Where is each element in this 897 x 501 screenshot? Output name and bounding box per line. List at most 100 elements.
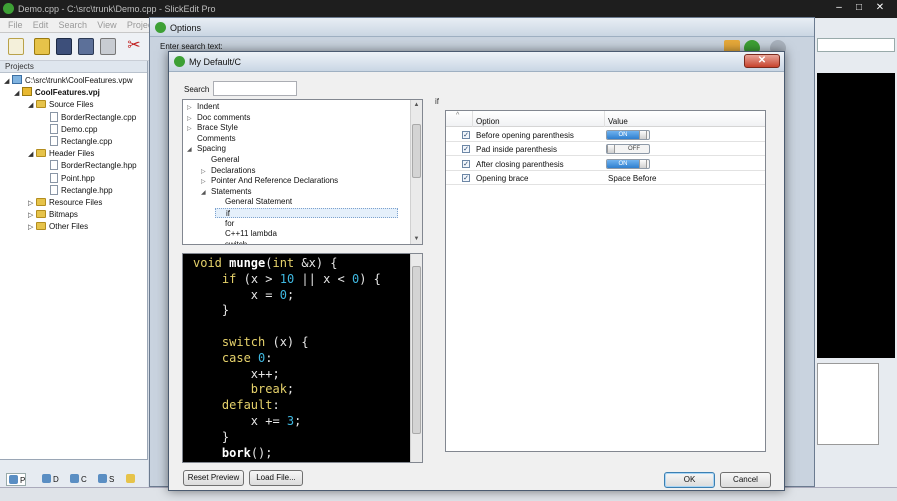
options-tree-item[interactable]: for — [215, 219, 234, 229]
reset-preview-button[interactable]: Reset Preview — [183, 470, 244, 486]
tree-scroll-thumb[interactable] — [412, 124, 421, 178]
project-tree-item[interactable]: ◢ Header Files — [28, 148, 94, 160]
output-area[interactable] — [817, 363, 879, 445]
project-tree-item[interactable]: ◢ C:\src\trunk\CoolFeatures.vpw — [4, 75, 133, 87]
project-tree-item[interactable]: ◢ CoolFeatures.vpj — [14, 87, 100, 99]
options-tree-item[interactable]: ▷ Indent — [187, 102, 219, 112]
cancel-button[interactable]: Cancel — [720, 472, 771, 488]
options-tree-item[interactable]: ▷ Doc comments — [187, 113, 250, 123]
expand-arrow-icon[interactable]: ▷ — [187, 114, 197, 124]
col-option-header[interactable]: Option — [476, 117, 500, 126]
save-icon[interactable] — [56, 38, 72, 55]
row-checkbox[interactable]: ✓ — [462, 159, 470, 168]
project-tree-item[interactable]: Rectangle.cpp — [42, 136, 112, 148]
tab-classes[interactable]: C — [68, 473, 87, 486]
collapse-arrow-icon[interactable]: ◢ — [187, 145, 197, 155]
options-tree-item[interactable]: General Statement — [215, 197, 292, 207]
project-tree-item[interactable]: ▷ Other Files — [28, 221, 88, 233]
collapse-arrow-icon[interactable]: ◢ — [4, 76, 12, 88]
scroll-down-icon[interactable]: ▼ — [411, 234, 422, 244]
expand-arrow-icon[interactable]: ▷ — [28, 198, 36, 210]
tab-defs[interactable]: D — [40, 473, 59, 486]
close-icon[interactable]: ✕ — [874, 2, 886, 14]
toggle-knob[interactable] — [607, 145, 615, 154]
menu-edit[interactable]: Edit — [33, 20, 49, 30]
project-tree-item[interactable]: Rectangle.hpp — [42, 184, 113, 197]
options-tree-item[interactable]: C++11 lambda — [215, 229, 277, 239]
toggle-knob[interactable] — [639, 131, 647, 139]
options-tree-item[interactable]: ◢ Spacing — [187, 144, 226, 154]
expand-arrow-icon[interactable]: ▷ — [187, 124, 197, 134]
expand-arrow-icon[interactable]: ▷ — [28, 222, 36, 234]
cut-icon[interactable]: ✂ — [126, 38, 142, 55]
ok-button[interactable]: OK — [664, 472, 715, 488]
project-tree-item[interactable]: BorderRectangle.hpp — [42, 160, 137, 172]
collapse-arrow-icon[interactable]: ◢ — [201, 188, 211, 198]
right-combo[interactable] — [817, 38, 895, 52]
dialog-close-button[interactable]: ✕ — [744, 54, 780, 68]
search-input[interactable] — [213, 81, 297, 96]
tab-open-files[interactable] — [124, 473, 137, 486]
options-tree-item[interactable]: switch — [215, 240, 247, 244]
save-all-icon[interactable] — [78, 38, 94, 55]
open-folder-icon[interactable] — [34, 38, 50, 55]
row-checkbox[interactable]: ✓ — [462, 145, 470, 154]
code-token: break — [250, 382, 287, 397]
project-tree-label: C:\src\trunk\CoolFeatures.vpw — [25, 76, 133, 85]
menu-search[interactable]: Search — [59, 20, 88, 30]
grid-row[interactable]: ✓ Opening brace Space Before — [446, 171, 765, 185]
menu-file[interactable]: File — [8, 20, 23, 30]
row-checkbox[interactable]: ✓ — [462, 131, 470, 139]
toggle-knob[interactable] — [639, 159, 647, 168]
minimize-icon[interactable]: – — [833, 2, 845, 14]
options-tree-item[interactable]: ◢ Statements — [201, 187, 251, 197]
scroll-up-icon[interactable]: ▲ — [411, 100, 422, 110]
expand-arrow-icon[interactable]: ▷ — [201, 177, 211, 187]
code-line: default: — [193, 398, 280, 412]
file-icon — [50, 111, 58, 122]
grid-row[interactable]: ✓ Pad inside parenthesis OFF — [446, 142, 765, 157]
value-toggle[interactable]: ON — [606, 130, 650, 140]
collapse-arrow-icon[interactable]: ◢ — [28, 100, 36, 112]
maximize-icon[interactable]: □ — [853, 2, 865, 14]
collapse-arrow-icon[interactable]: ◢ — [14, 88, 22, 100]
project-icon — [22, 87, 32, 97]
options-tree-item[interactable]: General — [201, 155, 239, 165]
options-tree-item[interactable]: ▷ Declarations — [201, 166, 255, 176]
project-tree-item[interactable]: ◢ Source Files — [28, 99, 93, 111]
options-tree-item[interactable]: ▷ Pointer And Reference Declarations — [201, 176, 338, 186]
project-tree-item[interactable]: Demo.cpp — [42, 123, 97, 136]
options-tree-item[interactable]: ▷ Brace Style — [187, 123, 238, 133]
options-tree-item[interactable]: if — [215, 208, 398, 218]
value-toggle[interactable]: ON — [606, 158, 650, 169]
project-tree-item[interactable]: BorderRectangle.cpp — [42, 111, 136, 124]
option-value[interactable]: Space Before — [608, 174, 656, 183]
collapse-arrow-icon[interactable]: ◢ — [28, 149, 36, 161]
project-tree-item[interactable]: Point.hpp — [42, 172, 95, 185]
expand-arrow-icon[interactable]: ▷ — [28, 210, 36, 222]
project-tree-item[interactable]: ▷ Resource Files — [28, 197, 102, 209]
folder-icon — [36, 222, 46, 231]
expand-arrow-icon[interactable]: ▷ — [187, 103, 197, 113]
expand-arrow-icon[interactable]: ▷ — [201, 167, 211, 177]
tree-scrollbar[interactable]: ▲ ▼ — [410, 100, 422, 244]
sort-indicator-icon[interactable]: ^ — [456, 112, 459, 119]
print-icon[interactable] — [100, 38, 116, 55]
project-tree-item[interactable]: ▷ Bitmaps — [28, 209, 78, 221]
code-token: } — [193, 303, 230, 318]
row-checkbox[interactable]: ✓ — [462, 173, 470, 182]
menu-view[interactable]: View — [97, 20, 116, 30]
code-token: : — [265, 350, 273, 365]
tab-projects[interactable]: P — [6, 473, 27, 486]
preview-scrollbar[interactable] — [410, 254, 422, 462]
preview-scroll-thumb[interactable] — [412, 266, 421, 434]
editor-area[interactable] — [817, 73, 895, 358]
tab-symbols[interactable]: S — [96, 473, 114, 486]
new-file-icon[interactable] — [8, 38, 24, 55]
grid-row[interactable]: ✓ Before opening parenthesis ON — [446, 128, 765, 142]
options-tree-item[interactable]: Comments — [187, 134, 236, 144]
value-toggle[interactable]: OFF — [606, 144, 650, 155]
grid-row[interactable]: ✓ After closing parenthesis ON — [446, 157, 765, 171]
col-value-header[interactable]: Value — [608, 117, 628, 126]
load-file-button[interactable]: Load File... — [249, 470, 303, 486]
